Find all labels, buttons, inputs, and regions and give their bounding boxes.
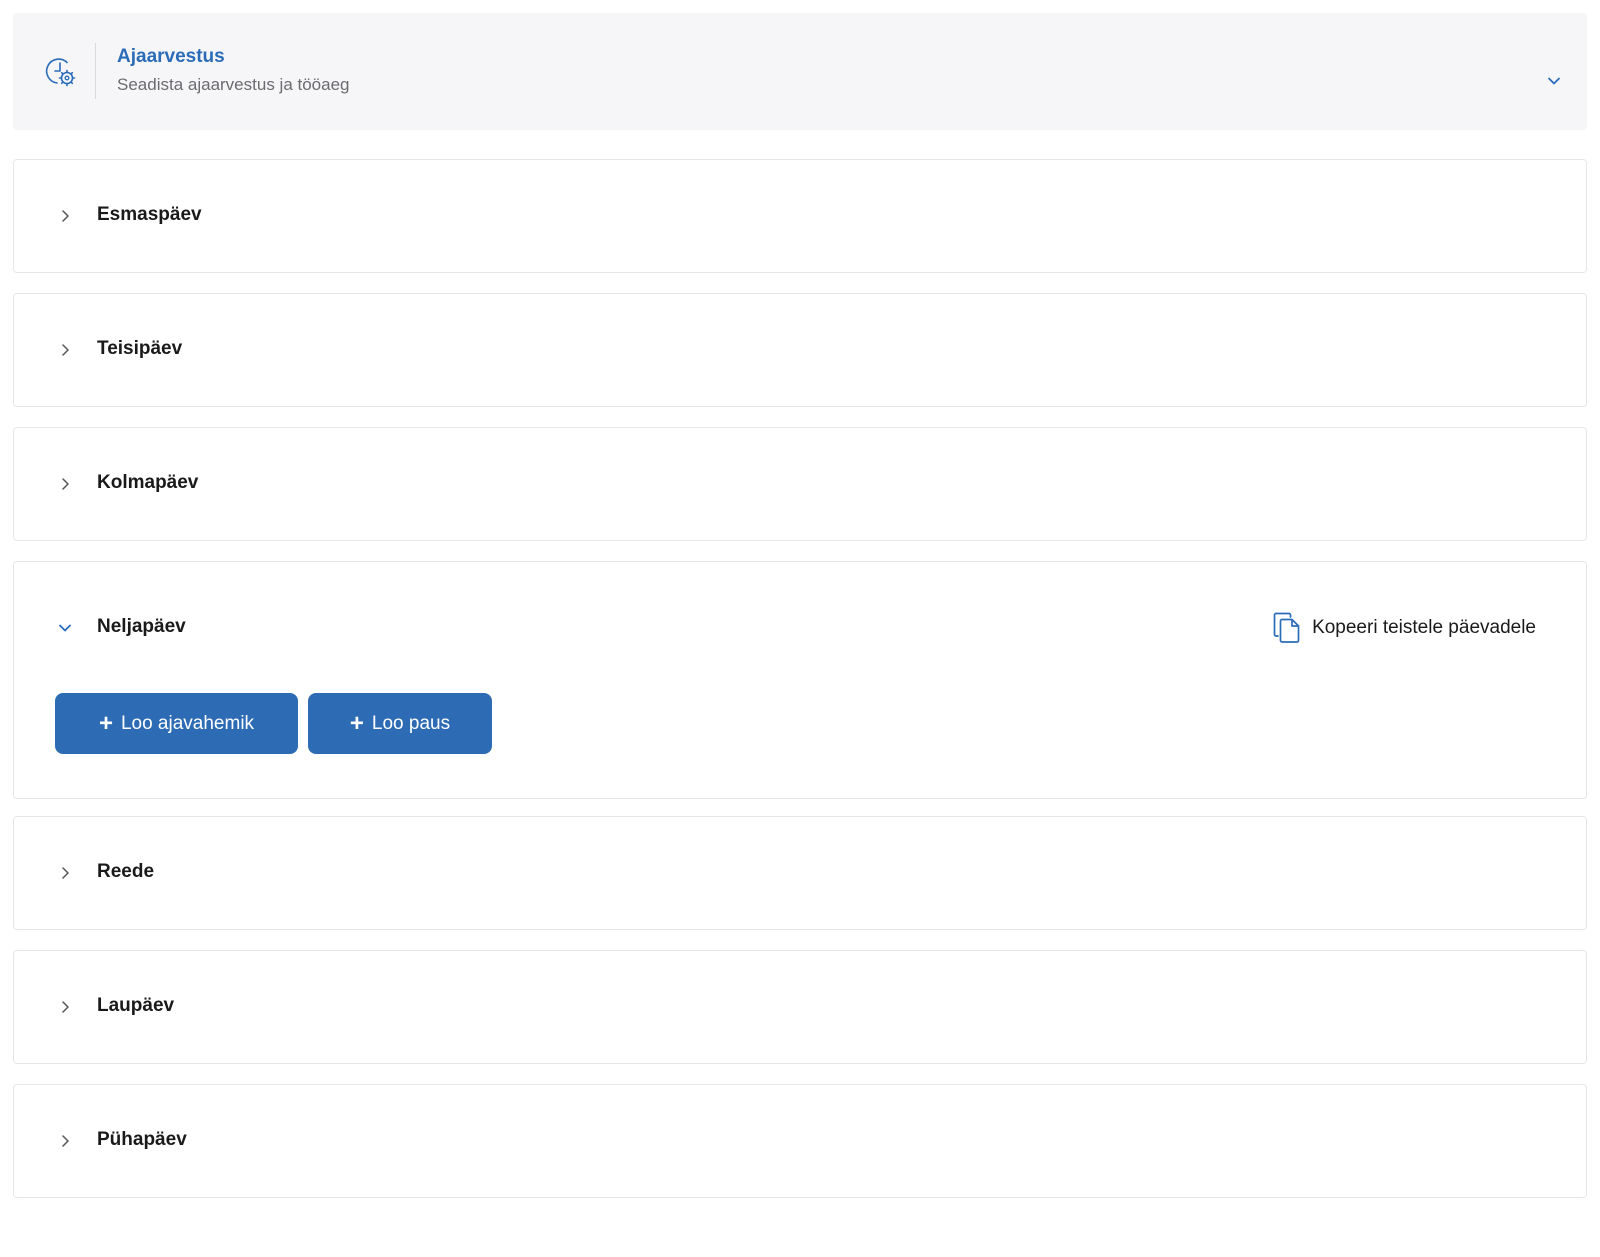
header-divider [95, 43, 96, 99]
chevron-right-icon [62, 478, 69, 490]
day-row-saturday[interactable]: Laupäev [13, 950, 1587, 1064]
day-label: Reede [97, 861, 155, 882]
clock-settings-icon [45, 58, 76, 87]
copy-label: Kopeeri teistele päevadele [1312, 617, 1536, 638]
create-interval-label: Loo ajavahemik [120, 712, 255, 734]
create-pause-button[interactable]: + Loo paus [308, 693, 492, 754]
header-title: Ajaarvestus [117, 46, 225, 67]
page: Ajaarvestus Seadista ajaarvestus ja tööa… [0, 0, 1600, 1257]
chevron-down-icon[interactable] [1546, 73, 1562, 89]
chevron-right-icon [62, 344, 69, 356]
day-row-thursday[interactable]: Neljapäev Kopeeri teistele päevadele + L… [13, 561, 1587, 799]
day-label: Laupäev [97, 995, 175, 1016]
day-row-sunday[interactable]: Pühapäev [13, 1084, 1587, 1198]
day-label: Pühapäev [97, 1129, 187, 1150]
header-subtitle: Seadista ajaarvestus ja tööaeg [117, 75, 350, 94]
chevron-right-icon [62, 1001, 69, 1013]
chevron-down-icon [59, 624, 71, 632]
plus-icon: + [349, 709, 364, 737]
create-interval-button[interactable]: + Loo ajavahemik [55, 693, 298, 754]
copy-icon [1273, 612, 1300, 643]
day-label: Teisipäev [97, 338, 183, 359]
day-label: Neljapäev [97, 616, 186, 637]
plus-icon: + [98, 709, 113, 737]
day-row-wednesday[interactable]: Kolmapäev [13, 427, 1587, 541]
copy-to-other-days-button[interactable]: Kopeeri teistele päevadele [1273, 612, 1536, 644]
day-label: Esmaspäev [97, 204, 202, 225]
day-row-tuesday[interactable]: Teisipäev [13, 293, 1587, 407]
chevron-right-icon [62, 210, 69, 222]
day-row-monday[interactable]: Esmaspäev [13, 159, 1587, 273]
time-tracking-header[interactable]: Ajaarvestus Seadista ajaarvestus ja tööa… [13, 13, 1587, 130]
day-row-friday[interactable]: Reede [13, 816, 1587, 930]
create-pause-label: Loo paus [371, 712, 451, 734]
chevron-right-icon [62, 1135, 69, 1147]
chevron-right-icon [62, 867, 69, 879]
day-label: Kolmapäev [97, 472, 199, 493]
